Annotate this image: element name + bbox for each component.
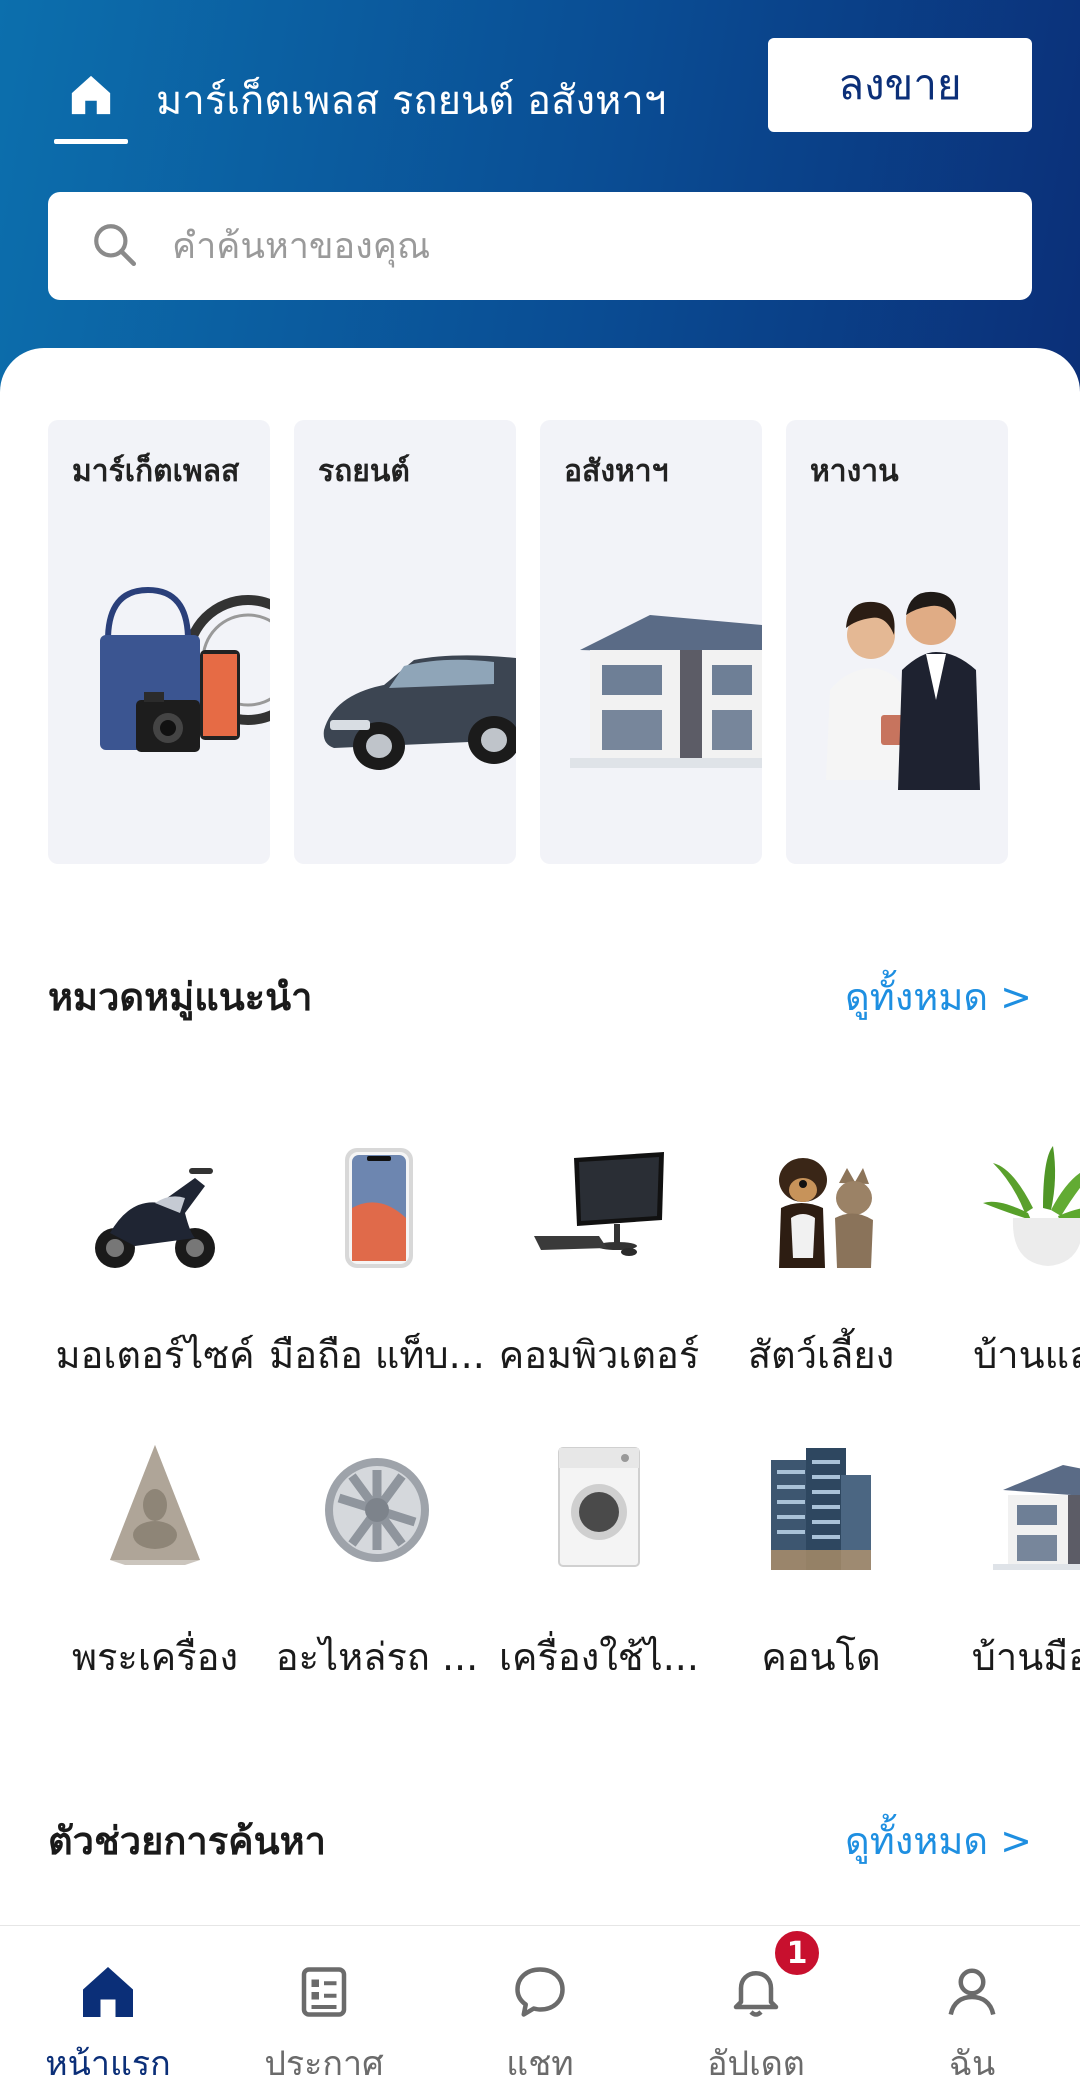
category-label: มอเตอร์ไซค์ (55, 1333, 255, 1377)
listings-icon (301, 1967, 347, 2017)
bell-icon (733, 1971, 779, 2017)
house-icon (570, 615, 762, 768)
search-bar[interactable] (48, 192, 1032, 300)
car-icon (323, 655, 516, 770)
category-label: บ้านและ (973, 1333, 1080, 1377)
nav-profile[interactable]: ฉัน (864, 1926, 1080, 2097)
category-label: เครื่องใช้ไ... (499, 1635, 699, 1679)
card-label: รถยนต์ (318, 454, 410, 489)
card-label: หางาน (810, 454, 899, 489)
card-property[interactable]: อสังหาฯ (540, 420, 762, 864)
category-computer[interactable]: คอมพิวเตอร์ (490, 1138, 708, 1385)
nav-label: ฉัน (948, 2044, 996, 2084)
category-home-garden[interactable]: บ้านและ (934, 1138, 1080, 1385)
nav-chat[interactable]: แชท (432, 1926, 648, 2097)
chat-icon (515, 1967, 565, 2017)
recommended-see-all-link[interactable]: ดูทั้งหมด > (845, 966, 1032, 1027)
houseplant-icon (983, 1146, 1080, 1266)
category-label: อะไหล่รถ ... (275, 1635, 479, 1679)
condo-icon (771, 1448, 871, 1570)
category-label: สัตว์เลี้ยง (747, 1333, 895, 1377)
category-label: คอมพิวเตอร์ (498, 1333, 700, 1377)
profile-icon (948, 1968, 996, 2016)
home-icon (71, 75, 111, 115)
marketplace-goods-icon (100, 586, 270, 752)
card-marketplace[interactable]: มาร์เก็ตเพลส (48, 420, 270, 864)
card-label: มาร์เก็ตเพลส (72, 454, 240, 489)
vertical-cards-carousel[interactable]: มาร์เก็ตเพลส รถยนต์ อสังหาฯ หางาน (48, 420, 1080, 864)
smartphone-icon (345, 1148, 413, 1268)
nav-label: แชท (506, 2044, 574, 2084)
computer-icon (534, 1152, 664, 1256)
home-tab[interactable] (54, 66, 128, 144)
house-icon (993, 1465, 1080, 1570)
category-amulets[interactable]: พระเครื่อง (46, 1440, 264, 1687)
category-grid[interactable]: มอเตอร์ไซค์ มือถือ แท็บ... คอมพิวเตอร์ ส… (0, 1120, 1080, 1700)
card-cars[interactable]: รถยนต์ (294, 420, 516, 864)
header-title: มาร์เก็ตเพลส รถยนต์ อสังหาฯ (156, 78, 667, 124)
category-motorcycle[interactable]: มอเตอร์ไซค์ (46, 1138, 264, 1385)
post-listing-button[interactable]: ลงขาย (768, 38, 1032, 132)
bottom-navigation: หน้าแรก ประกาศ แชท อัปเดต ฉัน (0, 1925, 1080, 2097)
category-used-houses[interactable]: บ้านมือส (934, 1440, 1080, 1687)
recommended-section-title: หมวดหมู่แนะนำ (48, 975, 313, 1019)
home-icon (83, 1967, 133, 2017)
search-helper-section-title: ตัวช่วยการค้นหา (48, 1819, 326, 1863)
search-input[interactable] (172, 192, 992, 300)
category-label: มือถือ แท็บ... (269, 1333, 485, 1377)
nav-label: อัปเดต (707, 2044, 805, 2084)
category-label: พระเครื่อง (71, 1635, 239, 1679)
category-appliances[interactable]: เครื่องใช้ไ... (490, 1440, 708, 1687)
category-label: บ้านมือส (971, 1635, 1080, 1679)
category-condo[interactable]: คอนโด (712, 1440, 930, 1687)
amulet-icon (110, 1445, 200, 1565)
active-tab-indicator (54, 139, 128, 144)
nav-label: ประกาศ (264, 2044, 384, 2084)
washing-machine-icon (558, 1447, 640, 1567)
motorcycle-icon (95, 1168, 215, 1268)
card-jobs[interactable]: หางาน (786, 420, 1008, 864)
category-car-parts[interactable]: อะไหล่รถ ... (268, 1440, 486, 1687)
category-mobile-tablet[interactable]: มือถือ แท็บ... (268, 1138, 486, 1385)
nav-listings[interactable]: ประกาศ (216, 1926, 432, 2097)
jobs-people-icon (826, 591, 980, 790)
updates-count-badge: 1 (772, 1928, 822, 1978)
pets-icon (779, 1158, 873, 1268)
nav-updates[interactable]: อัปเดต (648, 1926, 864, 2097)
search-helper-see-all-link[interactable]: ดูทั้งหมด > (845, 1810, 1032, 1871)
nav-label: หน้าแรก (45, 2044, 171, 2084)
wheel-icon (325, 1458, 429, 1562)
card-label: อสังหาฯ (564, 454, 669, 489)
nav-home[interactable]: หน้าแรก (0, 1926, 216, 2097)
category-pets[interactable]: สัตว์เลี้ยง (712, 1138, 930, 1385)
search-icon (94, 224, 137, 267)
category-label: คอนโด (761, 1635, 881, 1679)
